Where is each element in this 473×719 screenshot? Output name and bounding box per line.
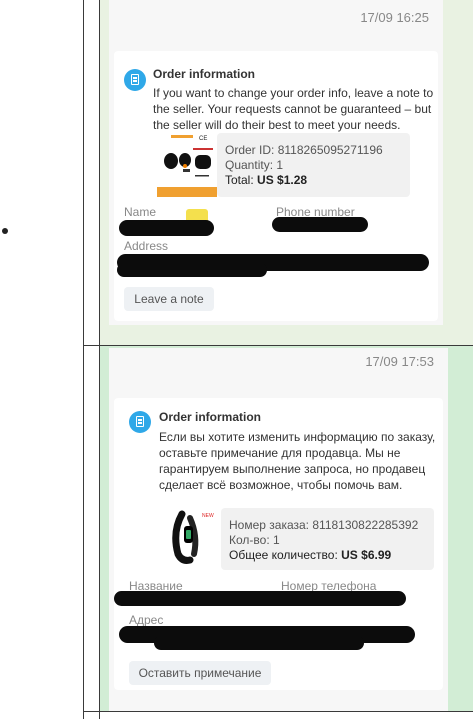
list-bullet: [2, 228, 8, 234]
quantity-value: 1: [273, 533, 280, 547]
total-value: US $6.99: [341, 548, 392, 562]
order-info-panel: Order information Если вы хотите изменит…: [114, 398, 443, 690]
quantity-line: Кол-во: 1: [229, 533, 280, 547]
svg-text:NEW: NEW: [202, 513, 214, 519]
svg-text:CE: CE: [199, 136, 207, 142]
order-info-title: Order information: [153, 67, 256, 81]
order-id-line: Order ID: 8118265095271196: [225, 143, 383, 157]
address-label: Адрес: [129, 613, 164, 627]
message-timestamp: 17/09 16:25: [360, 10, 429, 25]
total-label: Total:: [225, 173, 254, 187]
redaction-scribble: [117, 263, 267, 277]
quantity-line: Quantity: 1: [225, 158, 283, 172]
quantity-label: Кол-во:: [229, 533, 270, 547]
order-id-label: Order ID:: [225, 143, 275, 157]
order-id-line: Номер заказа: 8118130822285392: [229, 518, 418, 532]
quantity-value: 1: [276, 158, 284, 172]
name-label: Name: [124, 205, 157, 219]
redaction-scribble: [114, 591, 406, 606]
order-id-label: Номер заказа:: [229, 518, 310, 532]
message-card: 17/09 16:25 Order information If you wan…: [109, 0, 443, 325]
total-line: Total: US $1.28: [225, 173, 307, 187]
message-timestamp: 17/09 17:53: [365, 354, 434, 369]
order-id-value: 8118265095271196: [277, 143, 383, 157]
chat-cell-1: 17/09 16:25 Order information If you wan…: [100, 0, 473, 345]
quantity-label: Quantity:: [225, 158, 274, 172]
leave-note-button[interactable]: Оставить примечание: [129, 661, 271, 685]
fitness-band-product-image: NEW: [164, 508, 218, 566]
total-line: Общее количество: US $6.99: [229, 548, 391, 562]
info-doc-icon: [124, 69, 146, 91]
redaction-scribble: [119, 220, 214, 236]
order-details: Order ID: 8118265095271196 Quantity: 1 T…: [217, 133, 410, 197]
redaction-scribble: [272, 217, 368, 232]
table-border-left: [83, 0, 84, 719]
order-id-value: 8118130822285392: [312, 518, 419, 532]
order-info-description: If you want to change your order info, l…: [153, 86, 434, 132]
table-row-divider: [83, 711, 473, 712]
info-doc-icon: [129, 411, 151, 433]
order-info-title: Order information: [159, 410, 262, 424]
order-details: Номер заказа: 8118130822285392 Кол-во: 1…: [221, 508, 434, 570]
redaction-scribble: [154, 636, 364, 650]
leave-note-button[interactable]: Leave a note: [124, 287, 214, 311]
order-info-panel: Order information If you want to change …: [114, 51, 438, 321]
address-label: Address: [124, 239, 169, 253]
chat-cell-2: 17/09 17:53 Order information Если вы хо…: [100, 346, 473, 711]
earbuds-product-image: CE: [157, 133, 217, 197]
total-value: US $1.28: [257, 173, 308, 187]
total-label: Общее количество:: [229, 548, 338, 562]
message-card: 17/09 17:53 Order information Если вы хо…: [109, 348, 448, 711]
order-info-description: Если вы хотите изменить информацию по за…: [159, 430, 436, 492]
